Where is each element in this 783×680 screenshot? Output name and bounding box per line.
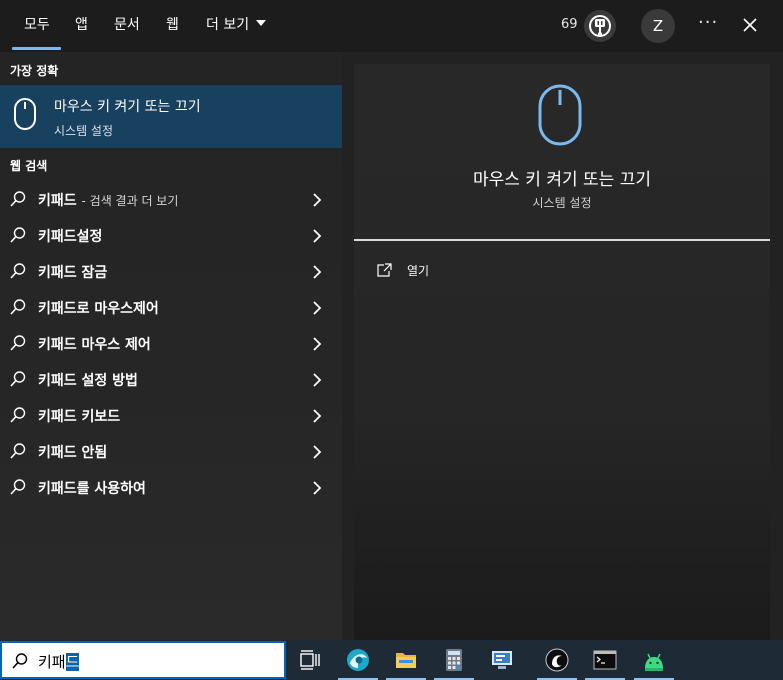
search-query: 키패드 xyxy=(38,651,80,672)
file-explorer-icon xyxy=(396,653,416,668)
best-match-subtitle: 시스템 설정 xyxy=(54,124,114,138)
chevron-right-icon[interactable] xyxy=(311,300,323,319)
web-search-item[interactable]: 키패드 설정 방법 xyxy=(0,361,342,397)
task-view-icon xyxy=(300,650,320,670)
search-query-selection: 드 xyxy=(65,653,80,671)
chevron-right-icon[interactable] xyxy=(311,444,323,463)
chevron-right-icon[interactable] xyxy=(311,480,323,499)
remote-desktop-icon xyxy=(492,651,512,669)
open-external-icon xyxy=(377,262,393,281)
web-search-label: 키패드 마우스 제어 xyxy=(38,334,151,354)
best-match-item[interactable]: 마우스 키 켜기 또는 끄기 시스템 설정 xyxy=(0,85,342,148)
search-icon xyxy=(9,406,27,428)
search-header: 모두 앱 문서 웹 더 보기 69 Z ··· xyxy=(0,0,783,52)
open-action-label: 열기 xyxy=(407,264,430,278)
web-search-heading: 웹 검색 xyxy=(10,159,48,173)
mouse-icon xyxy=(13,97,37,135)
search-icon xyxy=(9,442,27,464)
chevron-right-icon[interactable] xyxy=(311,372,323,391)
tab-apps[interactable]: 앱 xyxy=(75,16,88,36)
chevron-right-icon[interactable] xyxy=(311,192,323,211)
open-action[interactable]: 열기 xyxy=(374,260,494,284)
web-search-label: 키패드로 마우스제어 xyxy=(38,298,159,318)
detail-divider xyxy=(354,239,770,241)
web-search-more-results: - 검색 결과 더 보기 xyxy=(81,194,179,208)
web-search-query: 키패드 마우스 제어 xyxy=(38,337,151,353)
tab-more[interactable]: 더 보기 xyxy=(206,16,249,36)
search-icon xyxy=(9,226,27,248)
search-icon xyxy=(11,652,29,674)
active-tab-indicator xyxy=(12,47,61,50)
web-search-query: 키패드를 사용하여 xyxy=(38,481,146,497)
tab-all[interactable]: 모두 xyxy=(24,16,50,36)
mouse-icon xyxy=(537,83,583,151)
more-options-icon[interactable]: ··· xyxy=(698,12,718,33)
web-search-query: 키패드설정 xyxy=(38,229,103,245)
tab-web[interactable]: 웹 xyxy=(166,16,179,36)
detail-panel: 마우스 키 켜기 또는 끄기 시스템 설정 열기 xyxy=(354,64,770,640)
web-search-item[interactable]: 키패드 잠금 xyxy=(0,253,342,289)
best-match-title: 마우스 키 켜기 또는 끄기 xyxy=(54,99,201,115)
chevron-right-icon[interactable] xyxy=(311,228,323,247)
taskbar-remote-desktop[interactable] xyxy=(478,640,526,680)
taskbar: 키패드 xyxy=(0,640,783,680)
web-search-query: 키패드 xyxy=(38,193,77,209)
web-search-label: 키패드 설정 방법 xyxy=(38,370,138,390)
chevron-right-icon[interactable] xyxy=(311,408,323,427)
web-search-item[interactable]: 키패드로 마우스제어 xyxy=(0,289,342,325)
web-search-label: 키패드 - 검색 결과 더 보기 xyxy=(38,190,178,210)
tab-documents[interactable]: 문서 xyxy=(114,16,140,36)
account-avatar[interactable]: Z xyxy=(641,9,675,43)
web-search-label: 키패드를 사용하여 xyxy=(38,478,146,498)
chevron-right-icon[interactable] xyxy=(311,264,323,283)
web-search-item[interactable]: 키패드 키보드 xyxy=(0,397,342,433)
web-search-query: 키패드 설정 방법 xyxy=(38,373,138,389)
search-icon xyxy=(9,478,27,500)
search-icon xyxy=(9,262,27,284)
browser-icon xyxy=(347,649,369,671)
taskbar-app[interactable] xyxy=(533,640,581,680)
web-search-label: 키패드설정 xyxy=(38,226,102,246)
detail-title: 마우스 키 켜기 또는 끄기 xyxy=(472,170,651,190)
chevron-right-icon[interactable] xyxy=(311,336,323,355)
taskbar-file-explorer[interactable] xyxy=(382,640,430,680)
search-icon xyxy=(9,370,27,392)
web-search-item[interactable]: 키패드 마우스 제어 xyxy=(0,325,342,361)
task-view-button[interactable] xyxy=(286,640,334,680)
reward-points: 69 xyxy=(561,17,578,32)
android-icon xyxy=(645,653,663,671)
search-query-text: 키패 xyxy=(38,653,66,671)
web-search-label: 키패드 키보드 xyxy=(38,406,120,426)
search-icon xyxy=(9,298,27,320)
search-icon xyxy=(9,334,27,356)
web-search-query: 키패드로 마우스제어 xyxy=(38,301,159,317)
web-search-item[interactable]: 키패드설정 xyxy=(0,217,342,253)
app-icon xyxy=(545,648,569,672)
web-search-label: 키패드 안됨 xyxy=(38,442,107,462)
taskbar-browser[interactable] xyxy=(334,640,382,680)
terminal-icon xyxy=(593,650,617,670)
search-input[interactable]: 키패드 xyxy=(0,641,286,679)
chevron-down-icon[interactable] xyxy=(256,20,266,26)
taskbar-calculator[interactable] xyxy=(430,640,478,680)
web-search-query: 키패드 안됨 xyxy=(38,445,108,461)
close-icon[interactable] xyxy=(740,15,760,35)
calculator-icon xyxy=(446,649,462,671)
web-search-query: 키패드 키보드 xyxy=(38,409,121,425)
search-icon xyxy=(9,190,27,212)
detail-subtitle: 시스템 설정 xyxy=(532,196,592,210)
web-search-item[interactable]: 키패드를 사용하여 xyxy=(0,469,342,505)
best-match-heading: 가장 정확 xyxy=(10,64,59,78)
taskbar-terminal[interactable] xyxy=(581,640,629,680)
web-search-label: 키패드 잠금 xyxy=(38,262,107,282)
taskbar-android[interactable] xyxy=(630,640,678,680)
results-panel: 가장 정확 마우스 키 켜기 또는 끄기 시스템 설정 웹 검색 키패드 - 검… xyxy=(0,52,342,640)
web-search-item[interactable]: 키패드 - 검색 결과 더 보기 xyxy=(0,181,342,217)
web-search-item[interactable]: 키패드 안됨 xyxy=(0,433,342,469)
rewards-icon[interactable] xyxy=(584,10,616,42)
web-search-query: 키패드 잠금 xyxy=(38,265,108,281)
